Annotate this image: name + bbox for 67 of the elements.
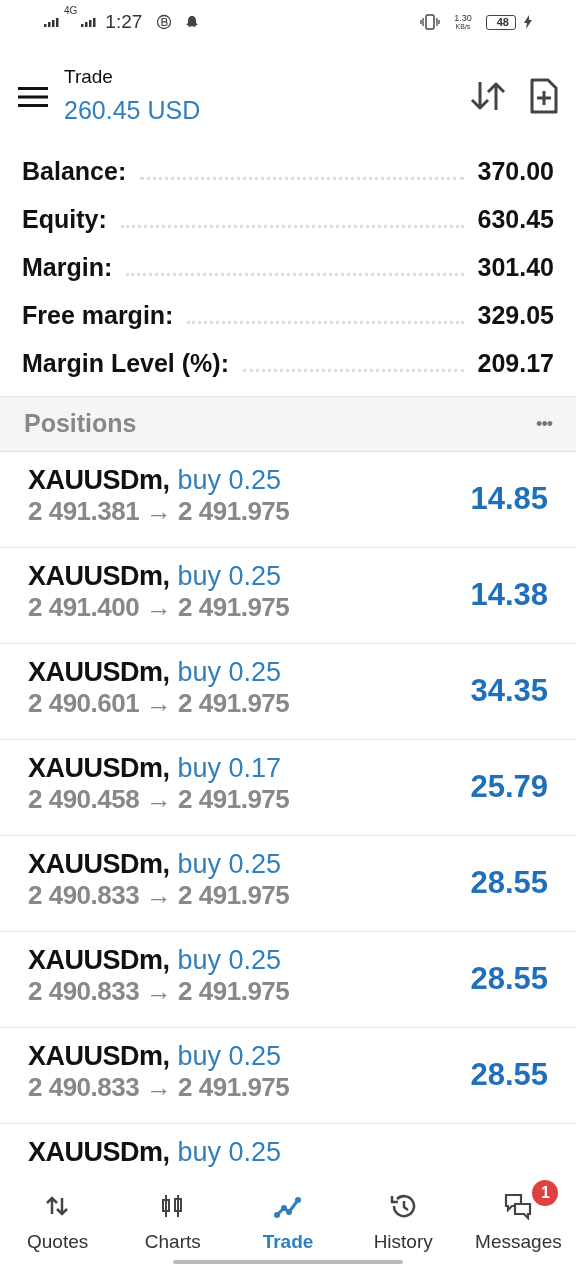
menu-icon <box>18 85 48 108</box>
position-symbol: XAUUSDm, <box>28 848 170 881</box>
position-symbol: XAUUSDm, <box>28 464 170 497</box>
nav-tab[interactable]: Quotes <box>0 1179 116 1257</box>
position-profit: 28.55 <box>470 1056 548 1095</box>
vibrate-icon <box>420 14 441 30</box>
position-side: buy 0.25 <box>177 560 282 593</box>
summary-label: Margin: <box>22 252 113 284</box>
position-profit: 14.85 <box>470 480 548 519</box>
position-side: buy 0.25 <box>177 848 282 881</box>
chat-icon <box>504 1191 533 1220</box>
position-prices: 2 491.381 → 2 491.975 <box>28 496 291 528</box>
add-document-icon <box>530 78 558 114</box>
position-side: buy 0.25 <box>177 464 282 497</box>
new-order-button[interactable] <box>530 78 558 114</box>
sort-icon <box>470 80 506 112</box>
position-profit: 28.55 <box>470 864 548 903</box>
speed-value: 1.30 <box>454 14 472 23</box>
position-side: buy 0.25 <box>177 944 282 977</box>
nav-tab[interactable]: Messages 1 <box>460 1179 576 1257</box>
ghost-icon <box>184 14 201 30</box>
signal-icon <box>44 17 60 27</box>
summary-value: 329.05 <box>477 300 554 332</box>
position-profit: 28.55 <box>470 960 548 999</box>
position-symbol: XAUUSDm, <box>28 656 170 689</box>
nav-tab[interactable]: Charts <box>115 1179 231 1257</box>
menu-button[interactable] <box>18 84 48 108</box>
charging-icon <box>524 15 532 29</box>
signal-icon <box>81 17 98 27</box>
position-symbol: XAUUSDm, <box>28 944 170 977</box>
status-time: 1:27 <box>105 9 143 34</box>
position-prices: 2 491.400 → 2 491.975 <box>28 592 291 624</box>
summary-value: 301.40 <box>477 252 554 284</box>
position-prices: 2 490.458 → 2 491.975 <box>28 784 291 816</box>
nav-tab[interactable]: Trade <box>230 1179 346 1257</box>
screen-title: Trade <box>64 65 114 89</box>
position-symbol: XAUUSDm, <box>28 560 170 593</box>
position-side: buy 0.25 <box>177 656 282 689</box>
summary-value: 630.45 <box>477 204 554 236</box>
summary-label: Free margin: <box>22 300 174 332</box>
circle-icon <box>156 14 173 30</box>
position-prices: 2 490.833 → 2 491.975 <box>28 880 291 912</box>
position-profit: 34.35 <box>470 672 548 711</box>
section-title: Positions <box>24 408 137 440</box>
battery-indicator: 48 <box>485 14 516 30</box>
notification-badge: 1 <box>532 1179 559 1206</box>
summary-value: 370.00 <box>477 156 554 188</box>
summary-value: 209.17 <box>477 348 554 380</box>
position-side: buy 0.25 <box>177 1136 282 1169</box>
network-label: 4G <box>64 5 78 16</box>
sort-button[interactable] <box>470 80 506 112</box>
position-symbol: XAUUSDm, <box>28 1040 170 1073</box>
position-side: buy 0.17 <box>177 752 282 785</box>
summary-label: Balance: <box>22 156 127 188</box>
position-profit: 14.38 <box>470 576 548 615</box>
account-balance: 260.45 USD <box>64 94 201 126</box>
position-profit: 25.79 <box>470 768 548 807</box>
position-symbol: XAUUSDm, <box>28 752 170 785</box>
position-prices: 2 490.833 → 2 491.975 <box>28 976 291 1008</box>
nav-tab[interactable]: History <box>345 1179 461 1257</box>
position-prices: 2 490.833 → 2 491.975 <box>28 1072 291 1104</box>
position-side: buy 0.25 <box>177 1040 282 1073</box>
position-symbol: XAUUSDm, <box>28 1136 170 1169</box>
summary-label: Margin Level (%): <box>22 348 229 380</box>
summary-label: Equity: <box>22 204 107 236</box>
more-button[interactable]: ••• <box>536 410 552 438</box>
position-prices: 2 490.601 → 2 491.975 <box>28 688 291 720</box>
